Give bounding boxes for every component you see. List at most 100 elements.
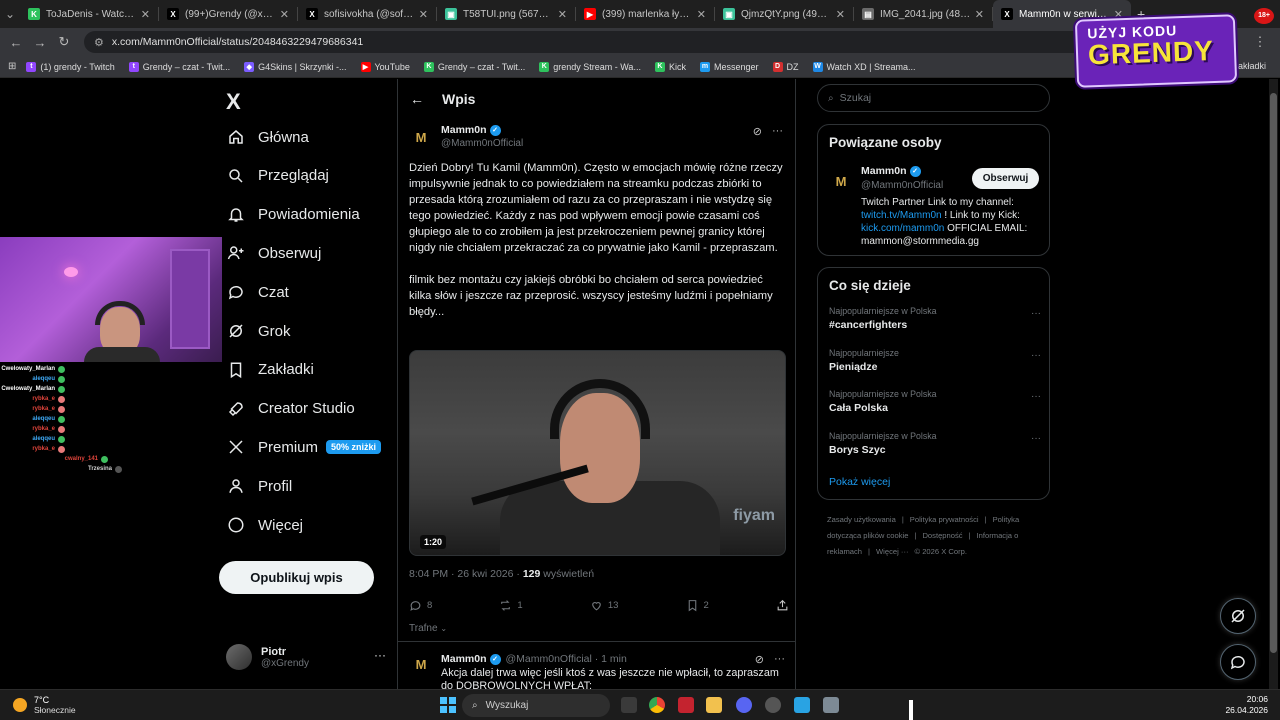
discord-icon[interactable] (736, 697, 752, 713)
account-switcher[interactable]: Piotr @xGrendy ··· (226, 644, 386, 670)
reply-author[interactable]: Mamm0n ✓ @Mamm0nOfficial · 1 min (441, 653, 627, 665)
trend-item[interactable]: Najpopularniejsze w Polska Borys Szyc ··· (829, 431, 1041, 456)
grok-icon[interactable]: ⊘ (755, 653, 764, 666)
footer-link[interactable]: Polityka prywatności (910, 515, 979, 524)
tab-close-icon[interactable]: ✕ (280, 8, 289, 21)
tab-close-icon[interactable]: ✕ (558, 8, 567, 21)
repost-button[interactable]: 1 (499, 599, 523, 612)
post-timestamp[interactable]: 8:04 PM · 26 kwi 2026 · (409, 568, 523, 580)
calculator-icon[interactable] (823, 697, 839, 713)
show-more-link[interactable]: Pokaż więcej (829, 476, 890, 488)
obs-icon[interactable] (765, 697, 781, 713)
twitch-link[interactable]: twitch.tv/Mamm0n (861, 210, 942, 221)
trend-more-icon[interactable]: ··· (1031, 308, 1041, 319)
site-info-icon[interactable]: ⚙ (94, 36, 104, 49)
browser-tab[interactable]: ▣ QjmzQtY.png (498×310) ✕ (715, 0, 853, 28)
nav-item-bell[interactable]: Powiadomienia (226, 205, 360, 225)
nav-item-bookmark[interactable]: Zakładki (226, 360, 314, 380)
url-field[interactable]: ⚙ x.com/Mamm0nOfficial/status/2048463229… (84, 31, 1124, 53)
post-button[interactable]: Opublikuj wpis (219, 561, 374, 594)
tab-close-icon[interactable]: ✕ (419, 8, 428, 21)
apps-grid-icon[interactable]: ⊞ (8, 61, 16, 72)
tab-close-icon[interactable]: ✕ (697, 8, 706, 21)
kick-link[interactable]: kick.com/mamm0n (861, 223, 944, 234)
reply-button[interactable]: 8 (409, 599, 432, 612)
bookmark-item[interactable]: ▶ YouTube (360, 61, 410, 72)
back-arrow-icon[interactable]: ← (410, 91, 424, 107)
nav-item-more-circle[interactable]: Więcej (226, 515, 303, 535)
post-author-name[interactable]: Mamm0n ✓ (441, 124, 501, 136)
post-more-icon[interactable]: ··· (772, 125, 783, 138)
grok-icon[interactable]: ⊘ (753, 125, 762, 138)
post-video[interactable]: fiyam 1:20 (409, 350, 786, 556)
tab-search-icon[interactable]: ⌄ (0, 7, 20, 21)
weather-widget[interactable]: 7°C Słonecznie (13, 695, 76, 715)
bookmark-button[interactable]: 2 (686, 599, 709, 612)
bookmark-item[interactable]: K Grendy – czat - Twit... (423, 61, 525, 72)
nav-item-search[interactable]: Przeglądaj (226, 166, 329, 186)
related-person-avatar[interactable]: M (829, 169, 853, 193)
related-person-name[interactable]: Mamm0n ✓ (861, 165, 921, 177)
footer-link[interactable]: Dostępność (922, 531, 962, 540)
share-button[interactable] (776, 599, 789, 612)
chrome-icon[interactable] (649, 697, 665, 713)
nav-item-grok[interactable]: Grok (226, 321, 291, 341)
nav-item-x-premium[interactable]: Premium 50% zniżki (226, 437, 382, 457)
bookmark-item[interactable]: K Kick (654, 61, 686, 72)
bookmark-item[interactable]: ◆ G4Skins | Skrzynki -... (244, 61, 347, 72)
browser-tab[interactable]: K ToJaDenis - Watch clips o ✕ (20, 0, 158, 28)
task-view-icon[interactable] (621, 697, 637, 713)
adobe-icon[interactable] (678, 697, 694, 713)
reply-more-icon[interactable]: ··· (774, 653, 785, 666)
windows-start-icon[interactable] (440, 697, 456, 713)
post-author-avatar[interactable]: M (409, 125, 433, 149)
nav-item-home[interactable]: Główna (226, 127, 309, 147)
forward-arrow-icon[interactable]: → (28, 35, 52, 50)
file-explorer-icon[interactable] (706, 697, 722, 713)
sort-replies-dropdown[interactable]: Trafne ⌄ (409, 623, 447, 634)
trend-more-icon[interactable]: ··· (1031, 391, 1041, 402)
browser-menu-icon[interactable]: ⋮ (1248, 34, 1272, 50)
browser-tab[interactable]: Xsofisivokha (@sofisivokha ✕ (298, 0, 436, 28)
reply-author-avatar[interactable]: M (409, 652, 433, 676)
grok-fab-button[interactable] (1220, 598, 1256, 634)
trend-more-icon[interactable]: ··· (1031, 433, 1041, 444)
x-logo-icon[interactable]: X (226, 89, 241, 115)
search-input[interactable]: ⌕ Szukaj (817, 84, 1050, 112)
messages-fab-button[interactable] (1220, 644, 1256, 680)
page-scrollbar[interactable] (1269, 79, 1278, 689)
nav-item-profile[interactable]: Profil (226, 476, 292, 496)
footer-link[interactable]: Więcej ··· (876, 547, 908, 556)
notepad-icon[interactable] (794, 697, 810, 713)
scrollbar-thumb[interactable] (1270, 93, 1277, 653)
trend-more-icon[interactable]: ··· (1031, 350, 1041, 361)
tab-close-icon[interactable]: ✕ (141, 8, 150, 21)
bookmark-item[interactable]: D DZ (772, 61, 799, 72)
like-button[interactable]: 13 (590, 599, 618, 612)
bookmark-item[interactable]: m Messenger (699, 61, 759, 72)
taskbar-clock[interactable]: 20:06 26.04.2026 (1225, 694, 1268, 716)
tab-close-icon[interactable]: ✕ (836, 8, 845, 21)
bookmark-item[interactable]: Kgrendy Stream - Wa... (539, 61, 641, 72)
reply-post[interactable]: M Mamm0n ✓ @Mamm0nOfficial · 1 min ⊘ ···… (398, 641, 795, 689)
nav-item-rocket[interactable]: Creator Studio (226, 399, 355, 419)
trend-item[interactable]: Najpopularniejsze Pieniądze ··· (829, 348, 1041, 373)
nav-item-follow[interactable]: Obserwuj (226, 243, 321, 263)
account-more-icon[interactable]: ··· (374, 648, 386, 662)
nav-item-chat[interactable]: Czat (226, 282, 289, 302)
back-arrow-icon[interactable]: ← (4, 35, 28, 50)
trend-item[interactable]: Najpopularniejsze w Polska Cała Polska ··· (829, 389, 1041, 414)
follow-button[interactable]: Obserwuj (972, 168, 1039, 189)
browser-tab[interactable]: ▤ IMG_2041.jpg (481×464) ✕ (854, 0, 992, 28)
browser-tab[interactable]: X (99+)Grendy (@xgrendy) ✕ (159, 0, 297, 28)
tab-close-icon[interactable]: ✕ (975, 8, 984, 21)
reload-icon[interactable]: ↻ (52, 34, 76, 50)
all-bookmarks-label[interactable]: Zakładki (1232, 61, 1266, 71)
footer-link[interactable]: © 2026 X Corp. (915, 547, 967, 556)
bookmark-item[interactable]: W Watch XD | Streama... (812, 61, 916, 72)
browser-tab[interactable]: ▣ T58TUI.png (567×567) ✕ (437, 0, 575, 28)
post-author-handle[interactable]: @Mamm0nOfficial (441, 138, 523, 149)
footer-link[interactable]: Zasady użytkowania (827, 515, 896, 524)
taskbar-search[interactable]: ⌕ Wyszukaj (462, 694, 610, 717)
bookmark-item[interactable]: t Grendy – czat - Twit... (128, 61, 230, 72)
